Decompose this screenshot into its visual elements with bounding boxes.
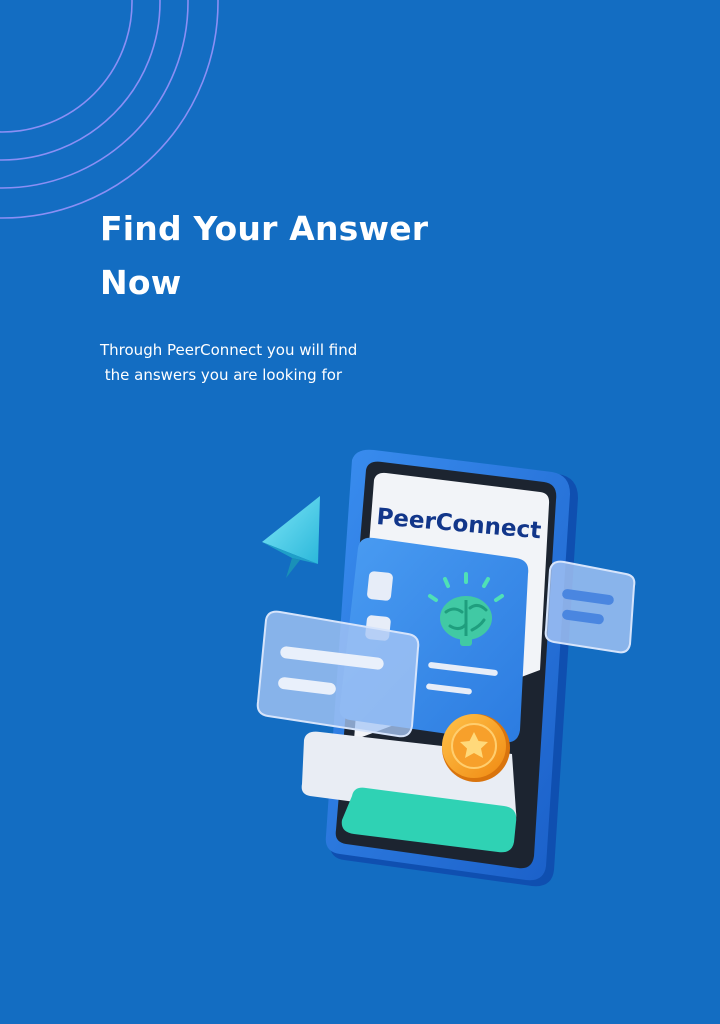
message-card-right	[544, 560, 636, 654]
page-title: Find Your Answer Now	[100, 202, 480, 310]
page-subtitle: Through PeerConnect you will find the an…	[100, 338, 420, 388]
paper-plane-icon	[262, 496, 320, 578]
phone-illustration: PeerConnect	[256, 449, 636, 887]
title-line-2: Now	[100, 263, 182, 302]
subtitle-line-2: the answers you are looking for	[100, 366, 343, 384]
title-line-1: Find Your Answer	[100, 209, 429, 248]
subtitle-line-1: Through PeerConnect you will find	[100, 341, 358, 359]
onboarding-screen: Find Your Answer Now Through PeerConnect…	[0, 0, 720, 1024]
star-badge-icon	[442, 714, 510, 782]
